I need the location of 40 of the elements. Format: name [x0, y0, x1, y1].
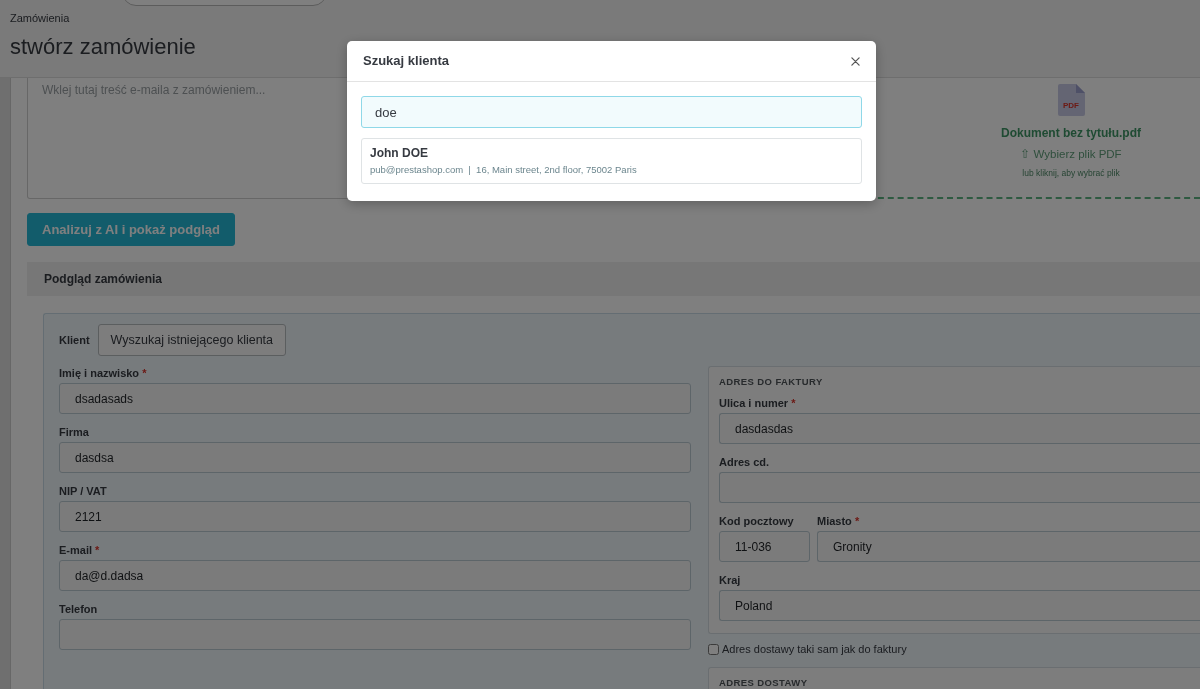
field-label: Telefon	[59, 602, 99, 616]
field-label: NIP / VAT	[59, 484, 108, 498]
checkbox-label: Adres dostawy taki sam jak do faktury	[722, 641, 907, 657]
file-name: Dokument bez tytułu.pdf	[1001, 125, 1141, 141]
pdf-file-icon: PDF	[1057, 84, 1085, 116]
panel-header: Podgląd zamówienia	[27, 262, 1200, 296]
dialog-title: Szukaj klienta	[363, 52, 449, 71]
section-heading: ADRES DO FAKTURY	[719, 375, 824, 388]
page-title: stwórz zamówienie	[10, 33, 196, 61]
section-heading: ADRES DOSTAWY	[719, 676, 809, 689]
customer-result[interactable]: John DOE pub@prestashop.com | 16, Main street, 2nd floor, 75002 Paris	[361, 138, 862, 184]
field-label: Miasto *	[817, 514, 861, 528]
search-customer-button[interactable]: Wyszukaj istniejącego klienta	[97, 324, 287, 356]
text-input[interactable]: dasdasdas	[719, 413, 1200, 444]
text-input[interactable]: da@d.dadsa	[59, 560, 691, 591]
text-input[interactable]: 2121	[59, 501, 691, 532]
close-button[interactable]	[849, 54, 862, 68]
breadcrumb-link[interactable]: Zamówienia	[10, 11, 70, 25]
customer-details: pub@prestashop.com | 16, Main street, 2nd floor, 75002 Paris	[370, 163, 638, 176]
field-label: Firma	[59, 425, 90, 439]
text-input[interactable]	[59, 619, 691, 650]
text-input[interactable]: Gronity	[817, 531, 1200, 562]
field-label: Kraj	[719, 573, 742, 587]
customer-name: John DOE	[370, 145, 429, 161]
field-label: E-mail *	[59, 543, 101, 557]
upload-action-text: ⇧ Wybierz plik PDF	[1020, 147, 1122, 162]
search-input[interactable]: doe	[361, 96, 862, 128]
text-input[interactable]: dsadasads	[59, 383, 691, 414]
field-label: Klient	[59, 332, 90, 348]
field-label: Kod pocztowy	[719, 514, 795, 528]
text-input[interactable]: dasdsa	[59, 442, 691, 473]
same-address-checkbox[interactable]	[708, 643, 719, 655]
field-label: Adres cd.	[719, 455, 771, 469]
close-icon	[851, 56, 860, 66]
text-input[interactable]: 11-036	[719, 531, 810, 562]
field-label: Imię i nazwisko *	[59, 366, 148, 380]
field-label: Ulica i numer *	[719, 396, 797, 410]
text-input[interactable]	[719, 472, 1200, 503]
text-input[interactable]: Poland	[719, 590, 1200, 621]
upload-hint: lub kliknij, aby wybrać plik	[1022, 168, 1120, 179]
